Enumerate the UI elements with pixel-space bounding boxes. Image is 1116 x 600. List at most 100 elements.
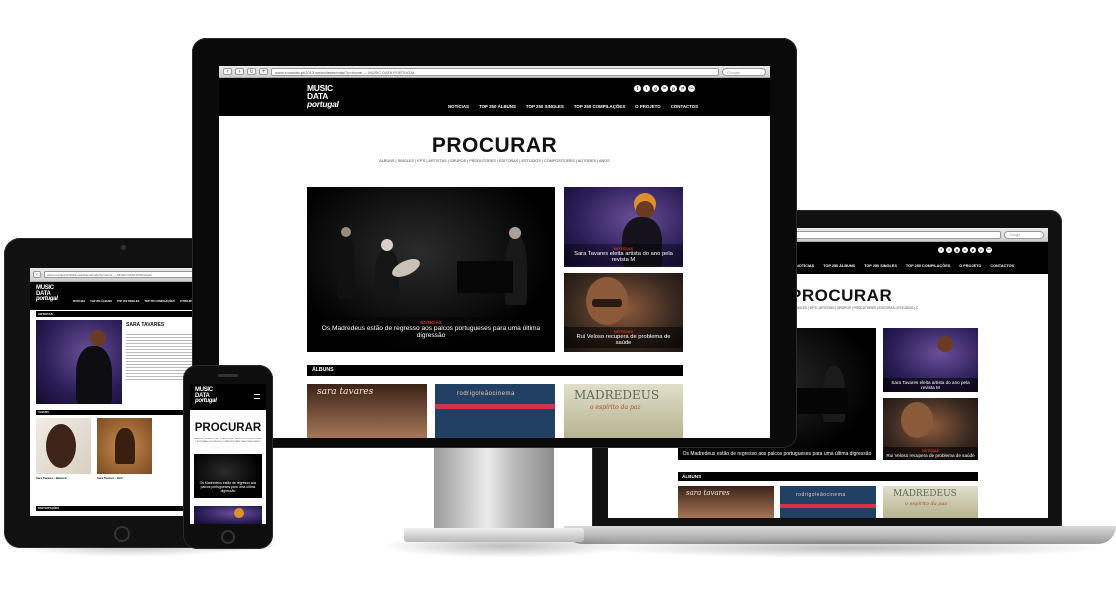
nav-item-contactos[interactable]: CONTACTOS bbox=[990, 264, 1014, 268]
imac-logo[interactable]: MUSIC DATA portugal bbox=[307, 84, 339, 110]
imac-search-field[interactable]: Google bbox=[722, 67, 766, 76]
laptop-feature-rui-caption: NOTÍCIAS Rui Veloso recupera de problema… bbox=[883, 447, 978, 460]
album-2-label: rodrigoleãocinema bbox=[796, 492, 846, 498]
nav-item-noticias[interactable]: NOTÍCIAS bbox=[73, 300, 85, 303]
facebook-icon[interactable]: f bbox=[938, 247, 944, 253]
imac-screen: ‹ › ↻ + www.zoomlab.pt/2013-web/clients/… bbox=[219, 66, 770, 438]
phone-feature-sara[interactable] bbox=[194, 506, 262, 524]
album-3-sublabel: o espírito da paz bbox=[905, 501, 948, 507]
linkedin-icon[interactable]: in bbox=[962, 247, 968, 253]
feature-rui-title: Rui Veloso recupera de problema de saúde bbox=[576, 334, 671, 346]
rss-icon[interactable]: rss bbox=[986, 247, 992, 253]
phone-home-button[interactable] bbox=[221, 530, 235, 544]
phone-logo[interactable]: MUSIC DATA portugal bbox=[195, 387, 217, 405]
imac-site-header: MUSIC DATA portugal f t g in p yt rss NO… bbox=[219, 78, 770, 116]
nav-item-top-compilacoes[interactable]: TOP 250 COMPILAÇÕES bbox=[144, 300, 174, 303]
phone-speaker bbox=[218, 374, 238, 377]
back-icon[interactable]: ‹ bbox=[223, 68, 232, 75]
feature-sara-title: Sara Tavares eleita artista do ano pela … bbox=[574, 251, 673, 263]
imac-address-bar[interactable]: www.zoomlab.pt/2013-web/clients/mdp/?p=h… bbox=[271, 67, 719, 76]
laptop-album-2[interactable]: rodrigoleãocinema bbox=[780, 486, 876, 518]
laptop-albums-bar: ÁLBUNS bbox=[678, 472, 978, 481]
nav-item-projeto[interactable]: O PROJETO bbox=[959, 264, 981, 268]
nav-item-top-albuns[interactable]: TOP 250 ÁLBUNS bbox=[479, 104, 516, 109]
phone-page-subtitle: ÁLBUNS | SINGLES | EP'S | ARTISTAS | GRU… bbox=[194, 438, 262, 443]
nav-item-noticias[interactable]: NOTÍCIAS bbox=[796, 264, 814, 268]
tablet-section-bar: ARTISTAS bbox=[36, 311, 214, 317]
nav-item-top-compilacoes[interactable]: TOP 250 COMPILAÇÕES bbox=[574, 104, 625, 109]
google-icon[interactable]: g bbox=[652, 85, 659, 92]
imac-feature-main-caption: NOTÍCIAS Os Madredeus estão de regresso … bbox=[307, 317, 555, 342]
imac-feature-main[interactable]: NOTÍCIAS Os Madredeus estão de regresso … bbox=[307, 187, 555, 352]
feature-sara-title: Sara Tavares eleita artista do ano pela … bbox=[891, 380, 970, 390]
twitter-icon[interactable]: t bbox=[946, 247, 952, 253]
imac-stand-base bbox=[404, 528, 584, 542]
nav-item-top-albuns[interactable]: TOP 250 ÁLBUNS bbox=[823, 264, 855, 268]
laptop-search-field[interactable]: Google bbox=[1004, 230, 1044, 239]
album-1-label: sara tavares bbox=[686, 489, 730, 497]
logo-line3: portugal bbox=[195, 398, 217, 405]
laptop-feature-sara-caption: Sara Tavares eleita artista do ano pela … bbox=[883, 378, 978, 392]
imac-feature-rui[interactable]: NOTÍCIAS Rui Veloso recupera de problema… bbox=[564, 273, 683, 352]
imac-social-icons: f t g in p yt rss bbox=[634, 85, 695, 92]
album-3-sublabel: o espírito da paz bbox=[590, 404, 641, 411]
facebook-icon[interactable]: f bbox=[634, 85, 641, 92]
rss-icon[interactable]: rss bbox=[688, 85, 695, 92]
laptop-nav: NOTÍCIAS TOP 250 ÁLBUNS TOP 250 SINGLES … bbox=[796, 264, 1014, 268]
album-1-label: sara tavares bbox=[317, 387, 374, 397]
laptop-feature-main-caption: Os Madredeus estão de regresso aos palco… bbox=[678, 448, 876, 460]
back-icon[interactable]: ‹ bbox=[33, 271, 41, 278]
tablet-album-cover-1[interactable] bbox=[36, 418, 91, 474]
laptop-page-title: PROCURAR bbox=[790, 286, 893, 305]
phone-feature-main[interactable]: Os Madredeus estão de regresso aos palco… bbox=[194, 454, 262, 498]
imac-nav: NOTÍCIAS TOP 250 ÁLBUNS TOP 250 SINGLES … bbox=[448, 104, 698, 109]
google-icon[interactable]: g bbox=[954, 247, 960, 253]
nav-item-projeto[interactable]: O PROJETO bbox=[635, 104, 661, 109]
laptop-album-1[interactable]: sara tavares bbox=[678, 486, 774, 518]
nav-item-top-albuns[interactable]: TOP 250 ÁLBUNS bbox=[90, 300, 112, 303]
imac-album-3[interactable]: MADREDEUS o espírito da paz bbox=[564, 384, 683, 438]
tablet-album-title-1[interactable]: Sara Tavares • Balancê bbox=[36, 476, 66, 480]
imac-browser-toolbar: ‹ › ↻ + www.zoomlab.pt/2013-web/clients/… bbox=[219, 66, 770, 78]
feature-rui-title: Rui Veloso recupera de problema de saúde bbox=[886, 453, 975, 458]
imac-album-1[interactable]: sara tavares bbox=[307, 384, 427, 438]
tablet-logo[interactable]: MUSIC DATA portugal bbox=[36, 285, 58, 303]
laptop-feature-rui[interactable]: NOTÍCIAS Rui Veloso recupera de problema… bbox=[883, 398, 978, 460]
laptop-album-3[interactable]: MADREDEUS o espírito da paz bbox=[883, 486, 978, 518]
reload-icon[interactable]: ↻ bbox=[247, 68, 256, 75]
tablet-camera bbox=[121, 245, 126, 250]
phone-screen: MUSIC DATA portugal PROCURAR ÁLBUNS | SI… bbox=[190, 384, 266, 524]
laptop-social-icons: f t g in p yt rss bbox=[938, 247, 992, 253]
forward-icon[interactable]: › bbox=[235, 68, 244, 75]
pinterest-icon[interactable]: p bbox=[970, 247, 976, 253]
laptop-page-subtitle: ÁLBUNS | SINGLES | EP'S | ARTISTAS | GRU… bbox=[778, 306, 918, 310]
linkedin-icon[interactable]: in bbox=[661, 85, 668, 92]
feature-main-title: Os Madredeus estão de regresso aos palco… bbox=[321, 325, 541, 339]
nav-item-top-singles[interactable]: TOP 250 SINGLES bbox=[117, 300, 139, 303]
nav-item-top-singles[interactable]: TOP 250 SINGLES bbox=[526, 104, 564, 109]
nav-item-top-compilacoes[interactable]: TOP 250 COMPILAÇÕES bbox=[906, 264, 950, 268]
menu-icon[interactable] bbox=[254, 394, 260, 399]
nav-item-noticias[interactable]: NOTÍCIAS bbox=[448, 104, 469, 109]
youtube-icon[interactable]: yt bbox=[978, 247, 984, 253]
imac-stand-neck bbox=[434, 440, 554, 540]
feature-main-title: Os Madredeus estão de regresso aos palco… bbox=[682, 451, 872, 457]
tablet-artist-photo bbox=[36, 320, 122, 404]
feature-main-title: Os Madredeus estão de regresso aos palco… bbox=[199, 481, 257, 493]
pinterest-icon[interactable]: p bbox=[670, 85, 677, 92]
imac-feature-sara[interactable]: NOTÍCIAS Sara Tavares eleita artista do … bbox=[564, 187, 683, 267]
tablet-album-cover-2[interactable] bbox=[97, 418, 152, 474]
add-tab-icon[interactable]: + bbox=[259, 68, 268, 75]
twitter-icon[interactable]: t bbox=[643, 85, 650, 92]
tablet-artist-name: SARA TAVARES bbox=[126, 322, 165, 328]
tablet-album-title-2[interactable]: Sara Tavares • Xinti bbox=[97, 476, 123, 480]
nav-item-contactos[interactable]: CONTACTOS bbox=[671, 104, 698, 109]
logo-line3: portugal bbox=[307, 99, 339, 110]
tablet-home-button[interactable] bbox=[114, 526, 130, 542]
youtube-icon[interactable]: yt bbox=[679, 85, 686, 92]
imac-album-2[interactable]: rodrigoleãocinema bbox=[435, 384, 555, 438]
nav-item-top-singles[interactable]: TOP 250 SINGLES bbox=[864, 264, 897, 268]
imac-albums-bar: ÁLBUNS bbox=[307, 365, 683, 376]
laptop-feature-sara[interactable]: Sara Tavares eleita artista do ano pela … bbox=[883, 328, 978, 392]
album-3-label: MADREDEUS bbox=[893, 489, 957, 499]
